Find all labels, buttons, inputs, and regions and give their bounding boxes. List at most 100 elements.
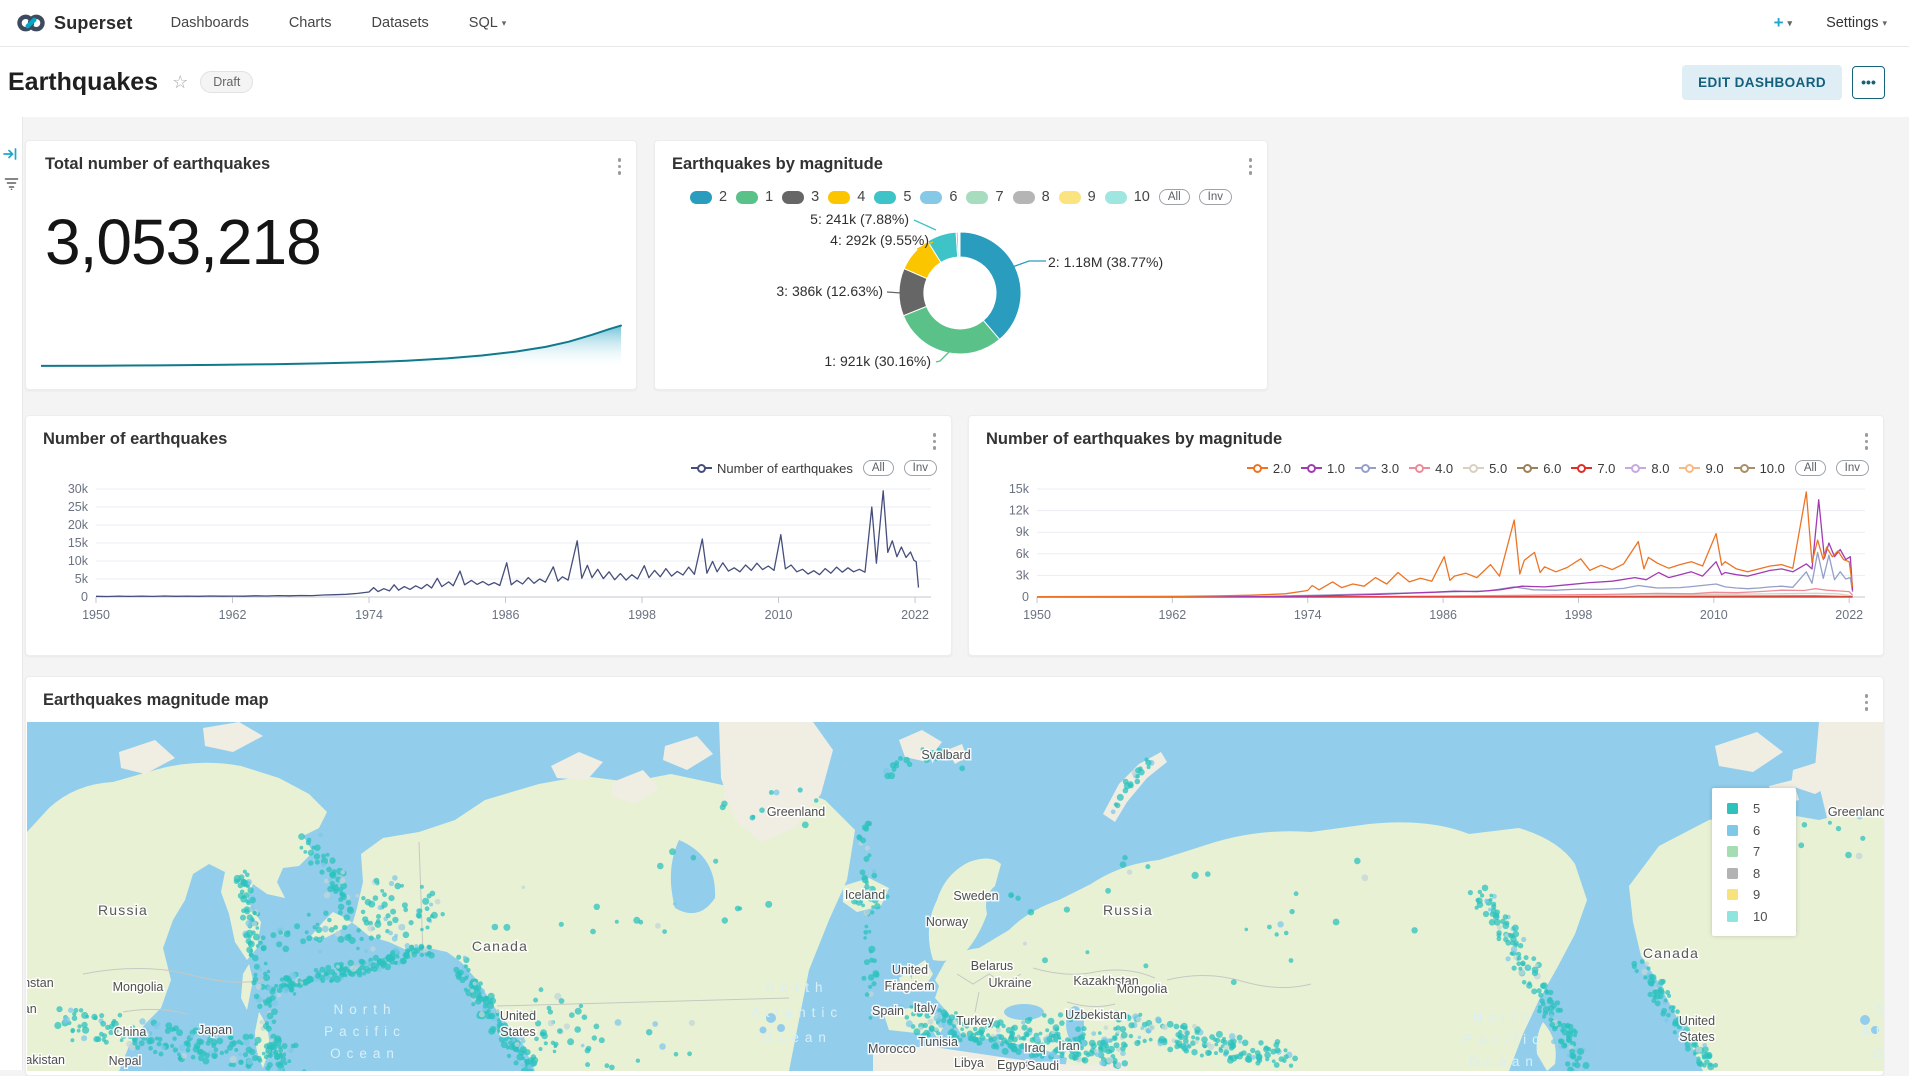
map-legend-label: 9 <box>1753 887 1760 902</box>
nav-item-sql[interactable]: SQL▾ <box>469 15 507 31</box>
nav-item-charts[interactable]: Charts <box>289 15 332 31</box>
chart-title: Total number of earthquakes <box>45 155 270 174</box>
more-actions-button[interactable]: ••• <box>1852 66 1885 99</box>
map-legend-item-7: 7 <box>1727 841 1796 863</box>
donut-slice-magnitude-1[interactable] <box>903 306 999 354</box>
map-legend-swatch <box>1727 889 1738 900</box>
map-label-ukraine: Ukraine <box>988 976 1031 990</box>
chart-options-kebab-menu[interactable] <box>615 155 625 178</box>
map-label-nepal: Nepal <box>109 1054 142 1068</box>
svg-text:1950: 1950 <box>82 608 110 622</box>
map-legend-item-5: 5 <box>1727 798 1796 820</box>
map-legend-label: 8 <box>1753 866 1760 881</box>
svg-text:9k: 9k <box>1016 525 1030 539</box>
svg-text:15k: 15k <box>68 536 89 550</box>
map-label-iraq: Iraq <box>1024 1041 1046 1055</box>
map-label-france: France <box>885 979 924 993</box>
chart-title: Earthquakes magnitude map <box>43 691 269 710</box>
chart-card-earthquakes-magnitude-map: Earthquakes magnitude map <box>25 676 1884 1076</box>
donut-label-magnitude-3: 3: 386k (12.63%) <box>776 283 883 299</box>
dashboard-header: Earthquakes ☆ Draft EDIT DASHBOARD ••• <box>0 47 1909 117</box>
map-label-china: China <box>114 1025 147 1039</box>
chart-title: Number of earthquakes by magnitude <box>986 430 1282 449</box>
map-legend-label: 6 <box>1753 823 1760 838</box>
map-label-canada: Canada <box>472 938 528 954</box>
nav-item-dashboards[interactable]: Dashboards <box>171 15 249 31</box>
map-legend-label: 10 <box>1753 909 1767 924</box>
chevron-down-icon: ▾ <box>1882 18 1887 28</box>
donut-label-magnitude-2: 2: 1.18M (38.77%) <box>1048 254 1163 270</box>
map-label-iran: Iran <box>1058 1039 1080 1053</box>
map-legend-item-8: 8 <box>1727 863 1796 885</box>
line-series-1.0 <box>1037 500 1853 597</box>
map-label-belarus: Belarus <box>971 959 1013 973</box>
map-label-tajikistan: Tajikistan <box>27 1002 37 1016</box>
chevron-down-icon: ▾ <box>1788 18 1793 28</box>
donut-label-magnitude-5: 5: 241k (7.88%) <box>810 211 909 227</box>
svg-text:3k: 3k <box>1016 568 1030 582</box>
donut-slice-magnitude-2[interactable] <box>960 232 1021 339</box>
trendline-sparkline <box>41 319 623 373</box>
map-label-mongolia: Mongolia <box>113 980 164 994</box>
map-label-kazakhstan: Kazakhstan <box>27 976 54 990</box>
expand-filter-bar-icon[interactable] <box>3 147 19 161</box>
svg-text:5k: 5k <box>75 572 89 586</box>
line-series-2.0 <box>1037 492 1853 597</box>
map-label-saudi: Saudi <box>1027 1059 1059 1071</box>
chart-card-total-earthquakes: Total number of earthquakes 3,053,218 <box>25 140 637 390</box>
svg-text:2010: 2010 <box>765 608 793 622</box>
brand-name: Superset <box>54 13 133 34</box>
svg-text:2022: 2022 <box>901 608 929 622</box>
map-label-egypt: Egypt <box>997 1058 1029 1071</box>
svg-text:1950: 1950 <box>1023 608 1051 622</box>
world-map-canvas[interactable]: RussiaRussiaMongoliaChinaJapanNepalPakis… <box>27 722 1884 1071</box>
world-map[interactable]: RussiaRussiaMongoliaChinaJapanNepalPakis… <box>27 722 1884 1071</box>
map-ocean-label: NorthPacificOcean <box>1463 1010 1545 1069</box>
filter-icon[interactable] <box>4 177 19 190</box>
line-chart[interactable]: 05k10k15k20k25k30k1950196219741986199820… <box>38 467 943 637</box>
map-label-mongolia: Mongolia <box>1117 982 1168 996</box>
map-label-russia: Russia <box>98 902 148 918</box>
big-number-value: 3,053,218 <box>45 205 321 279</box>
favorite-star-icon[interactable]: ☆ <box>172 72 188 93</box>
map-label-japan: Japan <box>198 1023 232 1037</box>
map-label-tunisia: Tunisia <box>918 1035 958 1049</box>
chart-options-kebab-menu[interactable] <box>1862 691 1872 714</box>
svg-text:20k: 20k <box>68 518 89 532</box>
add-new-button[interactable]: +▾ <box>1774 13 1792 33</box>
page-title: Earthquakes <box>8 68 158 97</box>
svg-text:1974: 1974 <box>1294 608 1322 622</box>
donut-chart[interactable] <box>655 141 1269 391</box>
map-label-uzbekistan: Uzbekistan <box>1065 1008 1127 1022</box>
map-label-libya: Libya <box>954 1056 984 1070</box>
map-label-svalbard: Svalbard <box>921 748 970 762</box>
nav-item-datasets[interactable]: Datasets <box>372 15 429 31</box>
draft-status-badge: Draft <box>200 71 253 93</box>
infinity-logo-icon <box>16 8 46 38</box>
svg-text:1962: 1962 <box>219 608 247 622</box>
map-label-greenland: Greenland <box>1828 805 1884 819</box>
settings-menu[interactable]: Settings▾ <box>1826 15 1887 31</box>
map-legend-item-9: 9 <box>1727 884 1796 906</box>
edit-dashboard-button[interactable]: EDIT DASHBOARD <box>1682 65 1842 100</box>
svg-text:15k: 15k <box>1009 482 1030 496</box>
svg-text:1998: 1998 <box>1565 608 1593 622</box>
map-legend-item-10: 10 <box>1727 906 1796 928</box>
superset-logo[interactable]: Superset <box>0 8 147 38</box>
map-legend-swatch <box>1727 803 1738 814</box>
map-legend-swatch <box>1727 868 1738 879</box>
chart-options-kebab-menu[interactable] <box>930 430 940 453</box>
svg-text:1962: 1962 <box>1158 608 1186 622</box>
chart-options-kebab-menu[interactable] <box>1862 430 1872 453</box>
top-navbar: Superset Dashboards Charts Datasets SQL▾ +▾… <box>0 0 1909 47</box>
map-label-italy: Italy <box>914 1001 938 1015</box>
map-legend-swatch <box>1727 911 1738 922</box>
filter-bar-collapsed <box>0 117 23 1070</box>
map-label-greenland: Greenland <box>767 805 825 819</box>
nav-menu: Dashboards Charts Datasets SQL▾ <box>171 15 507 31</box>
svg-text:1986: 1986 <box>492 608 520 622</box>
line-chart[interactable]: 03k6k9k12k15k195019621974198619982010202… <box>981 467 1877 637</box>
map-legend-label: 7 <box>1753 844 1760 859</box>
svg-text:0: 0 <box>81 590 88 604</box>
map-label-norway: Norway <box>926 915 969 929</box>
